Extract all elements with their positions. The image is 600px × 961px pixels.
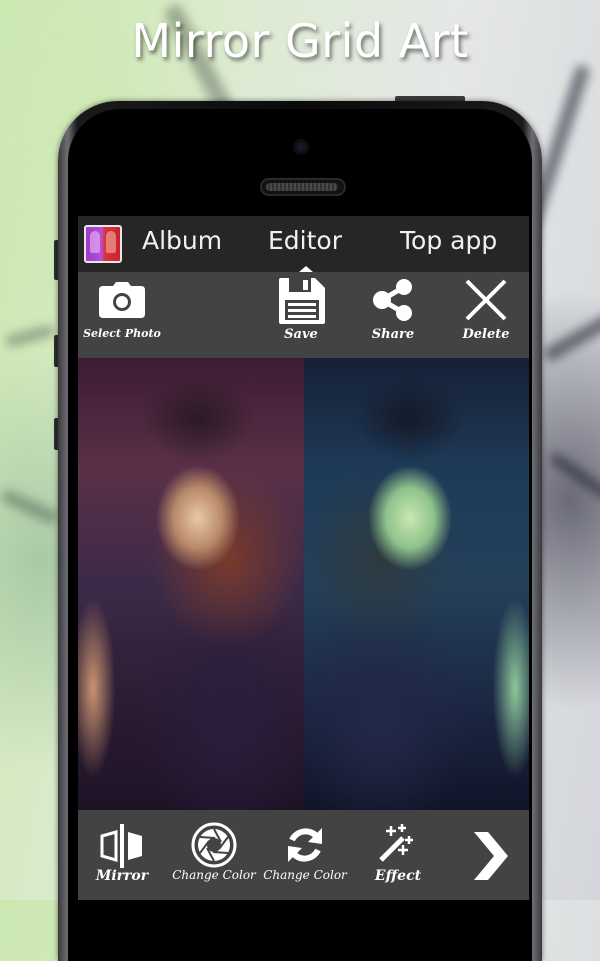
close-icon [464,278,508,322]
tab-top-app[interactable]: Top app [400,226,497,255]
camera-icon [99,282,145,318]
share-button[interactable]: Share [363,272,423,358]
tab-album[interactable]: Album [142,226,222,255]
editor-toolbar: Select Photo Save Share Delete [78,272,529,358]
magic-wand-icon [377,822,419,864]
save-label: Save [284,327,318,342]
app-screen: Album Editor Top app Select Photo Save S… [78,216,529,900]
effect-button[interactable]: Effect [368,810,428,900]
photo-right-half [304,358,529,810]
front-camera [293,139,309,155]
earpiece-speaker [260,178,346,196]
select-photo-button[interactable]: Select Photo [82,272,162,358]
background-decoration [4,323,56,349]
bottom-toolbar: Mirror Change Color Change Color Effect [78,810,529,900]
share-label: Share [371,327,415,342]
floppy-disk-icon [279,278,325,324]
select-photo-label: Select Photo [83,327,161,340]
change-color-label: Change Color [172,868,256,882]
delete-button[interactable]: Delete [456,272,516,358]
app-logo [84,225,122,263]
photo-left-half [78,358,304,810]
mirrored-photo-canvas[interactable] [78,358,529,810]
save-button[interactable]: Save [271,272,331,358]
mirror-label: Mirror [95,868,149,884]
mirror-icon [100,824,144,868]
background-decoration [547,451,600,501]
change-color-label-2: Change Color [263,868,347,882]
mirror-button[interactable]: Mirror [92,810,152,900]
tab-editor[interactable]: Editor [268,226,342,255]
chevron-right-icon [474,832,508,880]
delete-label: Delete [462,327,510,342]
next-button[interactable] [464,810,514,900]
effect-label: Effect [374,868,422,884]
refresh-icon [284,824,326,866]
share-icon [372,278,414,322]
tab-bar: Album Editor Top app [78,216,529,272]
change-color-aperture-button[interactable]: Change Color [172,810,256,900]
background-decoration [0,487,61,527]
promo-title: Mirror Grid Art [131,14,469,68]
aperture-icon [191,822,237,868]
background-decoration [541,310,600,364]
change-color-refresh-button[interactable]: Change Color [263,810,347,900]
